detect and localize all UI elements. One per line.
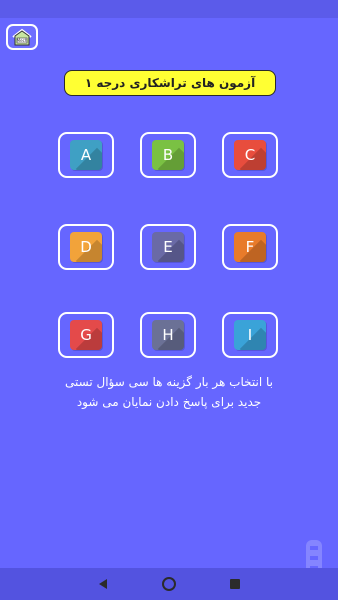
home-icon: Mech (12, 28, 32, 46)
option-tile-d[interactable]: D (58, 224, 114, 270)
option-letter-icon: G (70, 320, 102, 350)
option-letter-icon: E (152, 232, 184, 262)
nav-home-button[interactable] (157, 572, 181, 596)
back-triangle-icon (99, 579, 107, 589)
home-button[interactable]: Mech (6, 24, 38, 50)
page-title: آزمون های تراشکاری درجه ۱ (64, 70, 276, 96)
system-nav-bar (0, 568, 338, 600)
option-tile-i[interactable]: I (222, 312, 278, 358)
description-line-1: با انتخاب هر بار گزینه ها سی سؤال تستی (65, 375, 273, 389)
option-tile-h[interactable]: H (140, 312, 196, 358)
option-label: D (80, 238, 92, 256)
option-letter-icon: D (70, 232, 102, 262)
option-tile-a[interactable]: A (58, 132, 114, 178)
option-label: F (245, 238, 255, 256)
option-label: I (247, 326, 253, 344)
option-tile-c[interactable]: C (222, 132, 278, 178)
recents-square-icon (230, 579, 240, 589)
option-letter-icon: H (152, 320, 184, 350)
option-label: H (162, 326, 174, 344)
option-label: B (162, 146, 174, 164)
option-label: A (80, 146, 92, 164)
option-tile-b[interactable]: B (140, 132, 196, 178)
option-label: G (80, 326, 92, 344)
nav-recents-button[interactable] (223, 572, 247, 596)
home-circle-icon (162, 577, 176, 591)
option-letter-icon: B (152, 140, 184, 170)
option-tile-e[interactable]: E (140, 224, 196, 270)
status-bar (0, 0, 338, 18)
option-tile-g[interactable]: G (58, 312, 114, 358)
option-label: E (163, 238, 173, 256)
svg-text:Mech: Mech (17, 38, 28, 43)
option-letter-icon: F (234, 232, 266, 262)
option-tile-f[interactable]: F (222, 224, 278, 270)
option-letter-icon: I (234, 320, 266, 350)
nav-back-button[interactable] (91, 572, 115, 596)
description-line-2: جدید برای پاسخ دادن نمایان می شود (76, 395, 262, 409)
option-letter-icon: A (70, 140, 102, 170)
option-label: C (244, 146, 256, 164)
description-text: با انتخاب هر بار گزینه ها سی سؤال تستی ج… (0, 372, 338, 412)
option-letter-icon: C (234, 140, 266, 170)
